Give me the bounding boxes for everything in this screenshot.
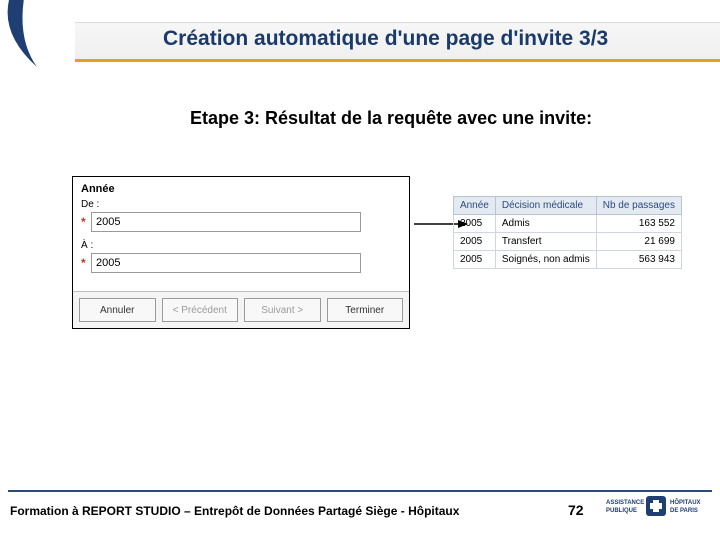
prompt-from-label: De : xyxy=(81,199,401,210)
to-year-input[interactable] xyxy=(91,253,361,273)
footer-logo: ASSISTANCE PUBLIQUE HÔPITAUX DE PARIS xyxy=(606,494,706,528)
cell-decision: Transfert xyxy=(495,233,596,251)
col-decision-header: Décision médicale xyxy=(495,197,596,215)
prompt-button-bar: Annuler < Précédent Suivant > Terminer xyxy=(73,291,409,328)
footer-text: Formation à REPORT STUDIO – Entrepôt de … xyxy=(10,504,459,518)
from-year-input[interactable] xyxy=(91,212,361,232)
title-bar: Création automatique d'une page d'invite… xyxy=(75,22,720,60)
table-row: 2005 Admis 163 552 xyxy=(453,215,681,233)
prompt-to-label: À : xyxy=(81,240,401,251)
result-table: Année Décision médicale Nb de passages 2… xyxy=(453,196,682,269)
page-title: Création automatique d'une page d'invite… xyxy=(163,27,608,51)
required-marker-from: * xyxy=(81,215,91,229)
col-year-header: Année xyxy=(453,197,495,215)
cell-count: 21 699 xyxy=(596,233,681,251)
cell-year: 2005 xyxy=(453,215,495,233)
svg-text:PUBLIQUE: PUBLIQUE xyxy=(606,508,637,514)
next-button[interactable]: Suivant > xyxy=(244,298,321,322)
prev-button[interactable]: < Précédent xyxy=(162,298,239,322)
cell-decision: Admis xyxy=(495,215,596,233)
prompt-field-label: Année xyxy=(81,183,401,195)
cancel-button[interactable]: Annuler xyxy=(79,298,156,322)
prompt-body: Année De : * À : * xyxy=(73,177,409,291)
cell-year: 2005 xyxy=(453,233,495,251)
cell-year: 2005 xyxy=(453,251,495,269)
from-field-row: * xyxy=(81,212,401,232)
svg-text:HÔPITAUX: HÔPITAUX xyxy=(670,498,701,506)
finish-button[interactable]: Terminer xyxy=(327,298,404,322)
table-row: 2005 Transfert 21 699 xyxy=(453,233,681,251)
to-field-row: * xyxy=(81,253,401,273)
col-count-header: Nb de passages xyxy=(596,197,681,215)
required-marker-to: * xyxy=(81,256,91,270)
svg-text:ASSISTANCE: ASSISTANCE xyxy=(606,500,644,506)
svg-text:DE PARIS: DE PARIS xyxy=(670,508,698,514)
page-number: 72 xyxy=(568,502,584,518)
prompt-panel: Année De : * À : * Annuler < Précédent S… xyxy=(72,176,410,329)
cell-count: 163 552 xyxy=(596,215,681,233)
result-header-row: Année Décision médicale Nb de passages xyxy=(453,197,681,215)
cell-count: 563 943 xyxy=(596,251,681,269)
table-row: 2005 Soignés, non admis 563 943 xyxy=(453,251,681,269)
cell-decision: Soignés, non admis xyxy=(495,251,596,269)
footer-divider xyxy=(8,490,712,492)
step-subtitle: Etape 3: Résultat de la requête avec une… xyxy=(190,108,592,129)
